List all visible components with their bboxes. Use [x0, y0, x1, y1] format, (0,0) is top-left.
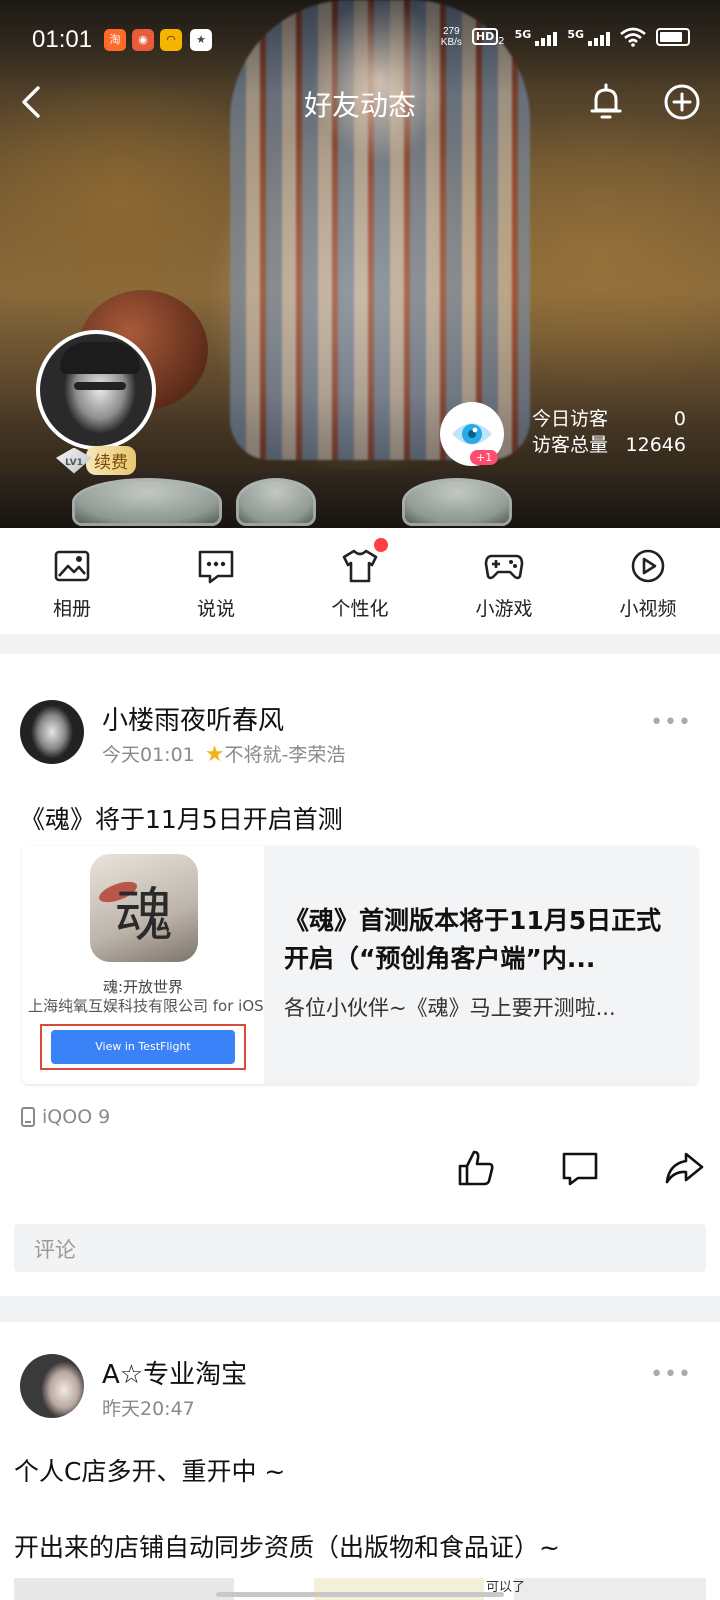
visitor-badge: +1: [470, 450, 499, 465]
post-time: 今天01:01: [102, 744, 195, 766]
bell-icon[interactable]: [584, 80, 628, 124]
red-dot-badge: [374, 538, 388, 552]
add-icon[interactable]: [660, 80, 704, 124]
today-visitors-label: 今日访客: [532, 408, 609, 430]
more-icon[interactable]: •••: [650, 1362, 692, 1387]
feed-post: A☆专业淘宝 昨天20:47 ••• 个人C店多开、重开中 ~ 开出来的店铺自动…: [0, 1322, 720, 1600]
top-bar: 好友动态: [0, 72, 720, 132]
chat-icon: [198, 550, 234, 584]
home-indicator[interactable]: [216, 1592, 504, 1597]
share-title: 《魂》首测版本将于11月5日正式开启（“预创角客户端”内...: [284, 906, 662, 973]
post-time: 昨天20:47: [102, 1398, 195, 1420]
network-speed: 279 KB/s: [440, 26, 462, 48]
visitor-eye-button[interactable]: +1: [440, 402, 504, 466]
share-description: 各位小伙伴~《魂》马上要开测啦...: [284, 996, 616, 1020]
author-name[interactable]: A☆专业淘宝: [102, 1354, 247, 1391]
post-meta: 今天01:01 ★不将就-李荣浩: [102, 740, 345, 767]
video-icon: [631, 549, 665, 583]
author-avatar[interactable]: [20, 1354, 84, 1418]
comment-icon[interactable]: [560, 1148, 600, 1188]
post-meta: 昨天20:47: [102, 1394, 195, 1421]
eye-icon: [452, 423, 492, 445]
profile-avatar[interactable]: [36, 330, 156, 450]
status-time: 01:01: [32, 26, 93, 53]
album-icon: [54, 550, 90, 582]
shirt-icon: [342, 549, 378, 583]
gamepad-icon: [484, 554, 524, 580]
app2-icon: ◉: [132, 29, 154, 51]
app3-icon: ◠: [160, 29, 182, 51]
tool-minigame[interactable]: 小游戏: [432, 528, 576, 634]
total-visitors-value: 12646: [625, 434, 686, 456]
share-icon[interactable]: [664, 1148, 704, 1188]
hd-icon: HD 2: [471, 27, 505, 46]
tool-personalize[interactable]: 个性化: [288, 528, 432, 634]
level-badge[interactable]: LV1 续费: [56, 446, 136, 475]
feature-tools: 相册 说说 个性化 小游戏 小视频: [0, 528, 720, 634]
thumb-company: 上海纯氧互娱科技有限公司 for iOS: [28, 997, 264, 1015]
today-visitors-value: 0: [673, 408, 686, 430]
status-bar: 01:01 淘 ◉ ◠ ★ 279 KB/s HD 2 5G 5G: [0, 0, 720, 80]
device-label: iQOO 9: [20, 1106, 110, 1128]
comment-input[interactable]: 评论: [14, 1224, 706, 1272]
author-avatar[interactable]: [20, 700, 84, 764]
signal-icon: 5G: [567, 28, 610, 46]
wifi-icon: [620, 27, 646, 47]
tool-album[interactable]: 相册: [0, 528, 144, 634]
notification-icon: ★: [190, 29, 212, 51]
shared-link-card[interactable]: 魂 魂:开放世界 上海纯氧互娱科技有限公司 for iOS View in Te…: [22, 846, 698, 1084]
author-name[interactable]: 小楼雨夜听春风: [102, 700, 284, 737]
share-thumbnail: 魂 魂:开放世界 上海纯氧互娱科技有限公司 for iOS View in Te…: [22, 846, 264, 1084]
visitor-stats[interactable]: 今日访客 0 访客总量 12646: [532, 406, 686, 458]
post-text-line: 开出来的店铺自动同步资质（出版物和食品证）~: [14, 1533, 560, 1562]
feed-post: 小楼雨夜听春风 今天01:01 ★不将就-李荣浩 ••• 《魂》将于11月5日开…: [0, 654, 720, 1296]
post-text: 《魂》将于11月5日开启首测: [20, 805, 343, 834]
renew-label: 续费: [86, 446, 136, 475]
more-icon[interactable]: •••: [650, 710, 692, 735]
signal-icon: 5G: [515, 28, 558, 46]
tool-minivideo[interactable]: 小视频: [576, 528, 720, 634]
like-icon[interactable]: [456, 1148, 496, 1188]
post-actions: [456, 1148, 704, 1188]
post-text-line: 个人C店多开、重开中 ~: [14, 1457, 286, 1486]
music-tag[interactable]: ★不将就-李荣浩: [205, 740, 346, 767]
taobao-icon: 淘: [104, 29, 126, 51]
tool-shuoshuo[interactable]: 说说: [144, 528, 288, 634]
total-visitors-label: 访客总量: [532, 434, 609, 456]
game-app-icon: 魂: [90, 854, 198, 962]
testflight-button: View in TestFlight: [51, 1030, 235, 1064]
phone-icon: [21, 1107, 35, 1127]
star-icon: ★: [204, 742, 225, 767]
battery-icon: [656, 28, 690, 46]
thumb-app-title: 魂:开放世界: [102, 978, 184, 996]
